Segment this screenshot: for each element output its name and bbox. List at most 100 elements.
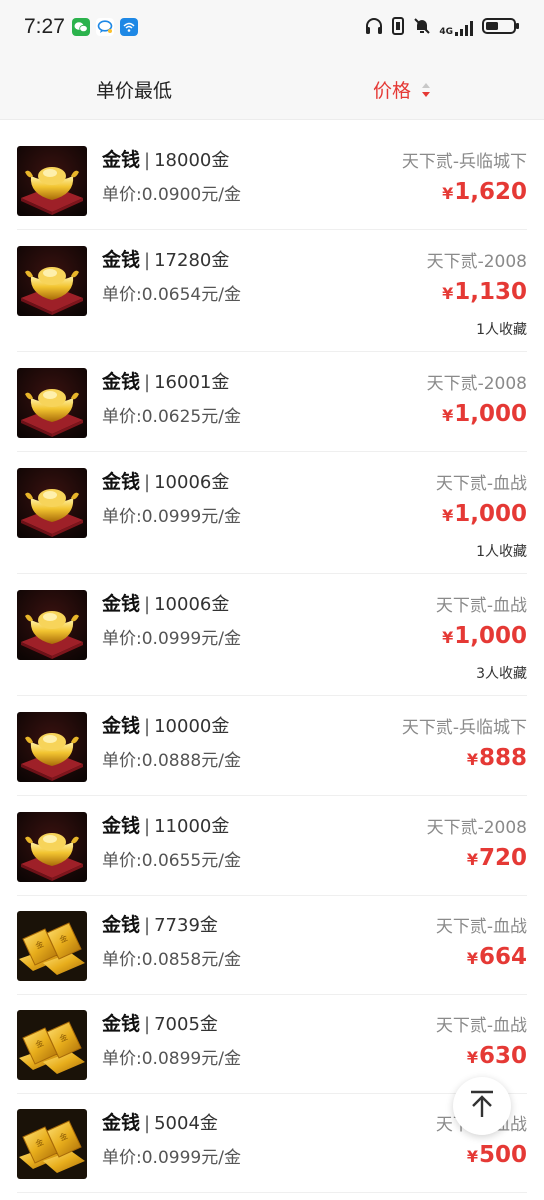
listing-item[interactable]: 金钱 | 10006金 单价:0.0999元/金 天下贰-血战 ¥1,000 3人收… (17, 574, 527, 696)
listing-title: 金钱 | 18000金 (102, 145, 229, 172)
status-system-icons: 4G (365, 17, 520, 39)
unit-price: 单价:0.0999元/金 (102, 1148, 241, 1168)
gold-ingot-thumbnail (17, 812, 87, 882)
currency-symbol: ¥ (466, 1147, 478, 1166)
item-amount: 5004金 (154, 1113, 218, 1134)
item-amount: 7005金 (154, 1014, 218, 1035)
unit-price: 单价:0.0655元/金 (102, 851, 241, 871)
currency-symbol: ¥ (466, 1048, 478, 1067)
item-name: 金钱 (102, 815, 141, 837)
sort-price-label: 价格 (373, 80, 412, 102)
favorites-count: 1人收藏 (476, 544, 527, 560)
title-separator: | (144, 1113, 151, 1134)
back-to-top-button[interactable] (453, 1077, 511, 1135)
title-separator: | (144, 816, 151, 837)
currency-symbol: ¥ (442, 284, 454, 303)
listing-item[interactable]: 金钱 | 16001金 单价:0.0625元/金 天下贰-2008 ¥1,000 (17, 352, 527, 452)
headphones-icon (365, 17, 383, 39)
item-amount: 18000金 (154, 150, 230, 171)
chat-bubble-icon (96, 18, 114, 36)
listing-item[interactable]: 金 金 金钱 | 7005金 单价:0.0899元/金 天下贰-血战 ¥630 (17, 994, 527, 1094)
listing-item[interactable]: 金钱 | 10006金 单价:0.0999元/金 天下贰-血战 ¥1,000 1人收… (17, 452, 527, 574)
item-name: 金钱 (102, 1112, 141, 1134)
title-separator: | (144, 472, 151, 493)
server-name: 天下贰-血战 (435, 596, 527, 616)
listing-title: 金钱 | 17280金 (102, 245, 229, 272)
listing-item[interactable]: 金钱 | 17280金 单价:0.0654元/金 天下贰-2008 ¥1,130 1… (17, 230, 527, 352)
listing-item[interactable]: 金 金 金钱|5004金 单价:0.0999元/金 天下贰-血战 ¥500 (17, 1093, 527, 1193)
sort-unit-price-lowest[interactable]: 单价最低 (96, 76, 172, 103)
title-separator: | (144, 150, 151, 171)
item-name: 金钱 (102, 371, 141, 393)
price-value: 1,130 (454, 279, 527, 305)
sort-bar: 单价最低 价格 (0, 56, 544, 120)
title-separator: | (144, 1014, 151, 1035)
listing-price: ¥888 (467, 745, 527, 771)
currency-symbol: ¥ (442, 506, 454, 525)
server-name: 天下贰-2008 (426, 818, 527, 838)
item-amount: 7739金 (154, 915, 218, 936)
unit-price: 单价:0.0858元/金 (102, 950, 241, 970)
wechat-icon (72, 18, 90, 36)
item-amount: 10006金 (154, 594, 230, 615)
price-value: 1,000 (454, 623, 527, 649)
gold-ingot-thumbnail (17, 368, 87, 438)
currency-symbol: ¥ (466, 949, 478, 968)
price-value: 720 (478, 845, 527, 871)
listing-title: 金钱 | 5004金 (102, 1108, 218, 1135)
currency-symbol: ¥ (466, 750, 478, 769)
listing-price: ¥630 (467, 1043, 527, 1069)
unit-price: 单价:0.0899元/金 (102, 1049, 241, 1069)
server-name: 天下贰-血战 (435, 1016, 527, 1036)
status-time: 7:27 (24, 15, 65, 38)
item-name: 金钱 (102, 914, 141, 936)
vibrate-icon (391, 17, 405, 39)
favorites-count: 3人收藏 (476, 666, 527, 682)
item-amount: 11000金 (154, 816, 230, 837)
mute-icon (413, 17, 431, 39)
title-separator: | (144, 250, 151, 271)
listing-item[interactable]: 金 金 金钱 | 7739金 单价:0.0858元/金 天下贰-血战 ¥664 (17, 895, 527, 995)
favorites-count: 1人收藏 (476, 322, 527, 338)
item-amount: 10000金 (154, 716, 230, 737)
server-name: 天下贰-血战 (435, 917, 527, 937)
listing-title: 金钱 | 10000金 (102, 711, 229, 738)
unit-price: 单价:0.0625元/金 (102, 407, 241, 427)
listing-title: 金钱 | 7739金 (102, 910, 218, 937)
server-name: 天下贰-2008 (426, 252, 527, 272)
status-notification-icons (72, 18, 138, 36)
item-name: 金钱 (102, 471, 141, 493)
price-value: 630 (478, 1043, 527, 1069)
signal-4g-icon: 4G (439, 19, 474, 37)
status-bar: 7:27 4G (0, 0, 544, 56)
item-name: 金钱 (102, 593, 141, 615)
wifi-app-icon (120, 18, 138, 36)
listing-title: 金钱 | 11000金 (102, 811, 229, 838)
currency-symbol: ¥ (442, 406, 454, 425)
currency-symbol: ¥ (466, 850, 478, 869)
listing-title: 金钱 | 16001金 (102, 367, 229, 394)
listing-item[interactable]: 金钱 | 18000金 单价:0.0900元/金 天下贰-兵临城下 ¥1,620 (17, 130, 527, 230)
gold-ingot-thumbnail (17, 712, 87, 782)
price-value: 664 (478, 944, 527, 970)
gold-bars-thumbnail: 金 金 (17, 911, 87, 981)
listing-item[interactable]: 金钱 | 11000金 单价:0.0655元/金 天下贰-2008 ¥720 (17, 796, 527, 896)
listing-title: 金钱 | 7005金 (102, 1009, 218, 1036)
server-name: 天下贰-兵临城下 (401, 152, 527, 172)
gold-ingot-thumbnail (17, 590, 87, 660)
sort-by-price[interactable]: 价格 (373, 76, 431, 103)
gold-bars-thumbnail: 金 金 (17, 1109, 87, 1179)
listing-price: ¥1,130 (442, 279, 527, 305)
gold-ingot-thumbnail (17, 246, 87, 316)
unit-price: 单价:0.0999元/金 (102, 629, 241, 649)
title-separator: | (144, 915, 151, 936)
item-name: 金钱 (102, 1013, 141, 1035)
gold-ingot-thumbnail (17, 146, 87, 216)
listing-price: ¥1,000 (442, 623, 527, 649)
price-value: 1,000 (454, 401, 527, 427)
price-value: 1,620 (454, 179, 527, 205)
title-separator: | (144, 716, 151, 737)
listing-item[interactable]: 金钱 | 10000金 单价:0.0888元/金 天下贰-兵临城下 ¥888 (17, 696, 527, 796)
price-value: 500 (478, 1142, 527, 1168)
unit-price: 单价:0.0999元/金 (102, 507, 241, 527)
